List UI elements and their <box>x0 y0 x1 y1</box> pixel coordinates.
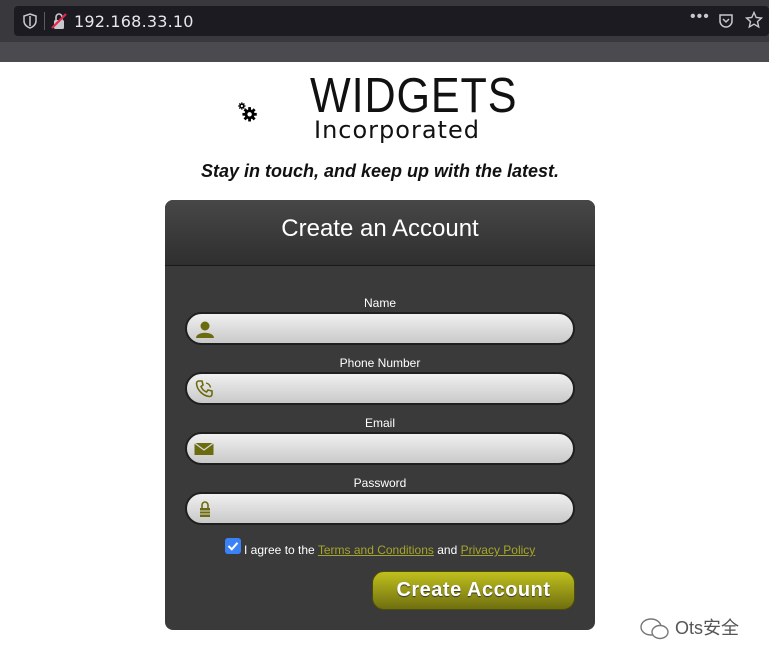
user-icon <box>196 321 214 338</box>
logo-title: WIDGETS <box>310 69 518 123</box>
panel-header: Create an Account <box>165 200 595 266</box>
browser-toolbar: 192.168.33.10 ••• <box>0 0 769 62</box>
agree-and: and <box>437 543 458 557</box>
create-account-panel: Create an Account Name Phone Number Emai… <box>165 200 595 630</box>
agree-prefix: I agree to the <box>244 543 315 557</box>
phone-icon <box>195 380 213 398</box>
email-input[interactable] <box>221 434 565 465</box>
phone-label: Phone Number <box>339 356 421 370</box>
shield-icon[interactable] <box>23 13 37 29</box>
watermark: Ots安全 <box>640 614 739 640</box>
more-dots-icon[interactable]: ••• <box>690 8 710 26</box>
create-account-button[interactable]: Create Account <box>372 571 575 610</box>
tagline: Stay in touch, and keep up with the late… <box>200 161 560 181</box>
name-input[interactable] <box>221 314 565 345</box>
password-label: Password <box>353 476 407 490</box>
insecure-lock-icon[interactable] <box>51 12 67 30</box>
email-label: Email <box>364 416 395 430</box>
phone-input[interactable] <box>221 374 565 405</box>
wechat-icon <box>640 618 669 640</box>
envelope-icon <box>194 442 214 455</box>
url-text[interactable]: 192.168.33.10 <box>74 12 194 31</box>
phone-field[interactable] <box>185 372 575 405</box>
address-bar[interactable]: 192.168.33.10 ••• <box>14 6 769 36</box>
address-separator <box>44 12 45 30</box>
agree-checkbox[interactable] <box>225 538 241 554</box>
lock-icon <box>200 501 210 517</box>
password-input[interactable] <box>221 494 565 525</box>
name-label: Name <box>363 296 396 310</box>
privacy-link[interactable]: Privacy Policy <box>461 543 536 557</box>
watermark-text: Ots安全 <box>675 618 740 638</box>
logo-subtitle: Incorporated <box>314 116 480 144</box>
panel-title: Create an Account <box>281 215 479 242</box>
toolbar-strip <box>0 42 769 62</box>
pocket-icon[interactable] <box>718 13 734 29</box>
star-icon[interactable] <box>745 11 763 29</box>
email-field[interactable] <box>185 432 575 465</box>
agree-text: I agree to the Terms and Conditions and … <box>244 543 535 557</box>
terms-link[interactable]: Terms and Conditions <box>318 543 434 557</box>
name-field[interactable] <box>185 312 575 345</box>
password-field[interactable] <box>185 492 575 525</box>
gears-logo-icon <box>238 102 257 122</box>
